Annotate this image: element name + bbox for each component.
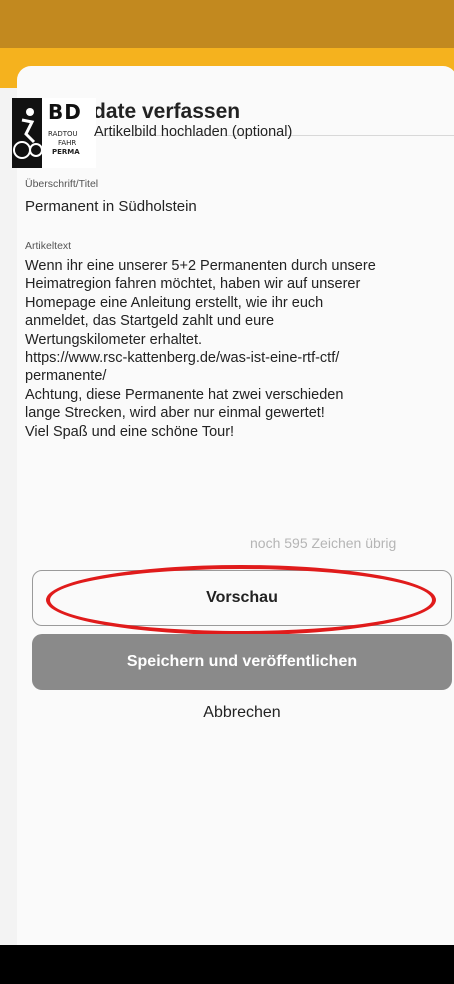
- status-bar: [0, 0, 454, 48]
- image-upload-label[interactable]: Artikelbild hochladen (optional): [94, 124, 292, 140]
- thumbnail-line: FAHR: [58, 139, 77, 147]
- image-upload-row[interactable]: BD RADTOU FAHR PERMA Artikelbild hochlad…: [12, 98, 432, 168]
- sheet-backdrop: [0, 88, 17, 945]
- highlight-annotation-ring: [46, 565, 436, 635]
- title-field[interactable]: Permanent in Südholstein: [25, 198, 197, 215]
- article-text-field[interactable]: Wenn ihr eine unserer 5+2 Permanenten du…: [25, 257, 453, 441]
- article-text-line: Wertungskilometer erhaltet.: [25, 331, 203, 348]
- article-text-line: Wenn ihr eine unserer 5+2 Permanenten du…: [25, 258, 376, 274]
- thumbnail-logo-text: BD: [48, 100, 82, 124]
- character-counter: noch 595 Zeichen übrig: [250, 535, 397, 551]
- article-text-line: Homepage eine Anleitung erstellt, wie ih…: [25, 294, 324, 311]
- cancel-button[interactable]: Abbrechen: [32, 704, 452, 722]
- system-navigation-bar: [0, 945, 454, 984]
- article-text-line: permanente/: [25, 368, 107, 385]
- save-and-publish-button[interactable]: Speichern und veröffentlichen: [32, 634, 452, 690]
- article-text-line: Achtung, diese Permanente hat zwei versc…: [25, 386, 344, 403]
- title-field-label: Überschrift/Titel: [25, 178, 99, 190]
- cyclist-icon: [13, 108, 43, 159]
- article-image-thumbnail: BD RADTOU FAHR PERMA: [12, 98, 96, 168]
- article-text-line: https://www.rsc-kattenberg.de/was-ist-ei…: [25, 350, 340, 367]
- article-text-line: anmeldet, das Startgeld zahlt und eure: [25, 313, 275, 330]
- thumbnail-line: PERMA: [52, 148, 80, 156]
- article-text-line: Heimatregion fahren möchtet, haben wir a…: [25, 276, 361, 293]
- publish-button-label: Speichern und veröffentlichen: [126, 653, 358, 670]
- thumbnail-line: RADTOU: [48, 130, 78, 138]
- article-text-label: Artikeltext: [25, 240, 72, 252]
- article-text-line: Viel Spaß und eine schöne Tour!: [25, 423, 235, 440]
- thumbnail-logo-block: [12, 98, 43, 168]
- article-text-line: lange Strecken, wird aber nur einmal gew…: [25, 405, 325, 422]
